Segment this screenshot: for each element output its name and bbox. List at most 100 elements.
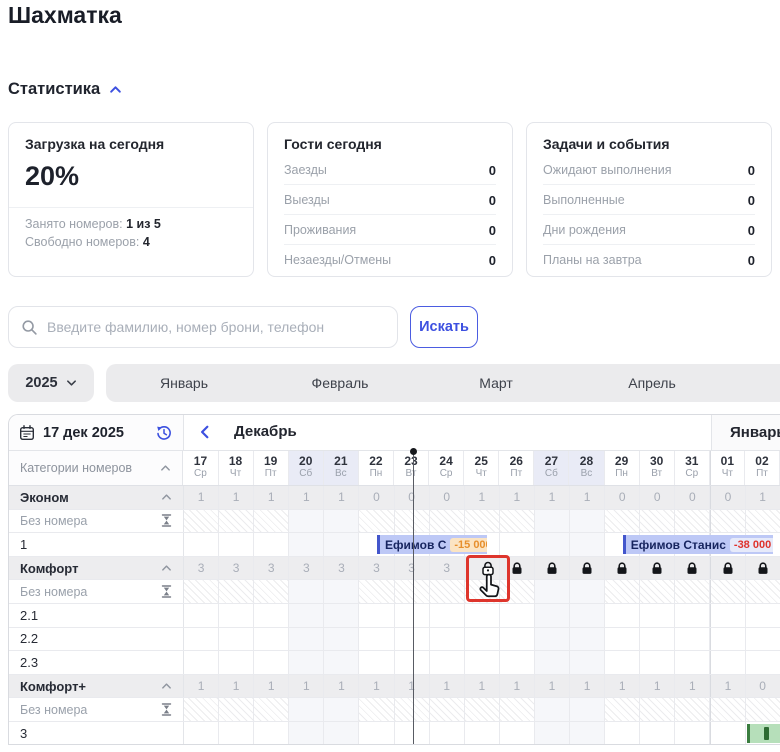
grid-cell[interactable] xyxy=(465,510,500,533)
date-column-30[interactable]: 30Вт xyxy=(640,451,675,485)
grid-cell[interactable] xyxy=(254,628,289,651)
grid-cell[interactable] xyxy=(675,580,710,603)
grid-cell[interactable] xyxy=(430,698,465,721)
grid-cell[interactable] xyxy=(570,533,605,556)
grid-cell[interactable] xyxy=(254,510,289,533)
grid-cell[interactable] xyxy=(640,557,675,580)
grid-cell[interactable] xyxy=(430,510,465,533)
grid-cell[interactable] xyxy=(675,722,710,745)
grid-cell[interactable]: 3 xyxy=(254,557,289,580)
grid-cell[interactable] xyxy=(395,722,430,745)
grid-cell[interactable] xyxy=(219,533,254,556)
grid-cell[interactable] xyxy=(500,698,535,721)
grid-cell[interactable] xyxy=(184,510,219,533)
date-column-02[interactable]: 02Пт xyxy=(745,451,780,485)
grid-cell[interactable] xyxy=(710,722,745,745)
grid-cell[interactable] xyxy=(535,580,570,603)
date-column-25[interactable]: 25Чт xyxy=(464,451,499,485)
grid-cell[interactable] xyxy=(570,510,605,533)
grid-cell[interactable]: 3 xyxy=(430,557,465,580)
grid-cell[interactable] xyxy=(746,651,780,674)
grid-cell[interactable] xyxy=(289,698,324,721)
date-column-21[interactable]: 21Вс xyxy=(324,451,359,485)
booking-chip-ефимов-с[interactable]: Ефимов С-15 000 xyxy=(377,535,487,554)
grid-cell[interactable]: 3 xyxy=(395,557,430,580)
grid-cell[interactable]: 0 xyxy=(605,486,640,509)
grid-cell[interactable] xyxy=(570,604,605,627)
date-column-01[interactable]: 01Чт xyxy=(710,451,745,485)
grid-cell[interactable] xyxy=(535,533,570,556)
grid-cell[interactable]: 1 xyxy=(500,486,535,509)
reset-date-icon[interactable] xyxy=(155,424,173,442)
grid-cell[interactable] xyxy=(675,698,710,721)
grid-cell[interactable] xyxy=(500,557,535,580)
grid-cell[interactable] xyxy=(219,628,254,651)
grid-cell[interactable] xyxy=(359,628,394,651)
grid-cell[interactable] xyxy=(746,628,780,651)
grid-cell[interactable]: 1 xyxy=(465,675,500,698)
grid-cell[interactable] xyxy=(675,557,710,580)
grid-cell[interactable] xyxy=(570,651,605,674)
grid-cell[interactable]: 1 xyxy=(324,675,359,698)
grid-cell[interactable]: 1 xyxy=(746,486,780,509)
grid-cell[interactable] xyxy=(535,510,570,533)
chevron-left-icon[interactable] xyxy=(199,425,211,439)
grid-cell[interactable] xyxy=(184,722,219,745)
grid-cell[interactable] xyxy=(605,557,640,580)
grid-cell[interactable] xyxy=(184,651,219,674)
grid-cell[interactable]: 0 xyxy=(710,486,745,509)
grid-cell[interactable] xyxy=(640,604,675,627)
grid-cell[interactable] xyxy=(395,604,430,627)
grid-cell[interactable] xyxy=(219,604,254,627)
grid-cell[interactable] xyxy=(605,604,640,627)
date-column-17[interactable]: 17Ср xyxy=(183,451,218,485)
grid-cell[interactable] xyxy=(395,510,430,533)
grid-cell[interactable] xyxy=(430,580,465,603)
grid-cell[interactable]: 1 xyxy=(219,486,254,509)
grid-cell[interactable] xyxy=(500,651,535,674)
grid-cell[interactable] xyxy=(570,628,605,651)
grid-cell[interactable] xyxy=(500,533,535,556)
grid-cell[interactable] xyxy=(570,722,605,745)
grid-cell[interactable]: 1 xyxy=(710,675,745,698)
month-tab-january[interactable]: Январь xyxy=(106,364,262,402)
grid-cell[interactable] xyxy=(324,510,359,533)
grid-cell[interactable] xyxy=(289,651,324,674)
grid-cell[interactable] xyxy=(395,698,430,721)
grid-cell[interactable] xyxy=(430,604,465,627)
grid-cell[interactable] xyxy=(535,651,570,674)
statistics-toggle[interactable]: Статистика xyxy=(8,80,122,99)
grid-cell[interactable]: 1 xyxy=(535,486,570,509)
date-column-20[interactable]: 20Сб xyxy=(289,451,324,485)
booking-chip-ефимов-станис[interactable]: Ефимов Станис-38 000 xyxy=(623,535,773,554)
grid-cell[interactable] xyxy=(675,510,710,533)
grid-cell[interactable] xyxy=(254,580,289,603)
grid-cell[interactable] xyxy=(219,651,254,674)
grid-cell[interactable] xyxy=(465,651,500,674)
grid-cell[interactable] xyxy=(254,722,289,745)
grid-cell[interactable] xyxy=(324,604,359,627)
grid-cell[interactable] xyxy=(535,722,570,745)
date-column-28[interactable]: 28Вс xyxy=(569,451,604,485)
grid-cell[interactable] xyxy=(184,580,219,603)
grid-cell[interactable] xyxy=(710,510,745,533)
grid-cell[interactable] xyxy=(289,533,324,556)
grid-cell[interactable] xyxy=(289,722,324,745)
grid-cell[interactable]: 3 xyxy=(219,557,254,580)
grid-cell[interactable] xyxy=(746,557,780,580)
grid-cell[interactable] xyxy=(675,651,710,674)
grid-cell[interactable] xyxy=(324,580,359,603)
date-column-26[interactable]: 26Пт xyxy=(499,451,534,485)
grid-cell[interactable] xyxy=(746,604,780,627)
grid-cell[interactable]: 1 xyxy=(289,486,324,509)
grid-cell[interactable] xyxy=(605,698,640,721)
grid-cell[interactable]: 0 xyxy=(640,486,675,509)
grid-cell[interactable] xyxy=(570,698,605,721)
grid-cell[interactable] xyxy=(570,557,605,580)
grid-cell[interactable]: 0 xyxy=(359,486,394,509)
grid-cell[interactable] xyxy=(535,604,570,627)
grid-cell[interactable]: 0 xyxy=(746,675,780,698)
grid-cell[interactable]: 3 xyxy=(184,557,219,580)
grid-cell[interactable] xyxy=(254,604,289,627)
grid-cell[interactable] xyxy=(359,510,394,533)
